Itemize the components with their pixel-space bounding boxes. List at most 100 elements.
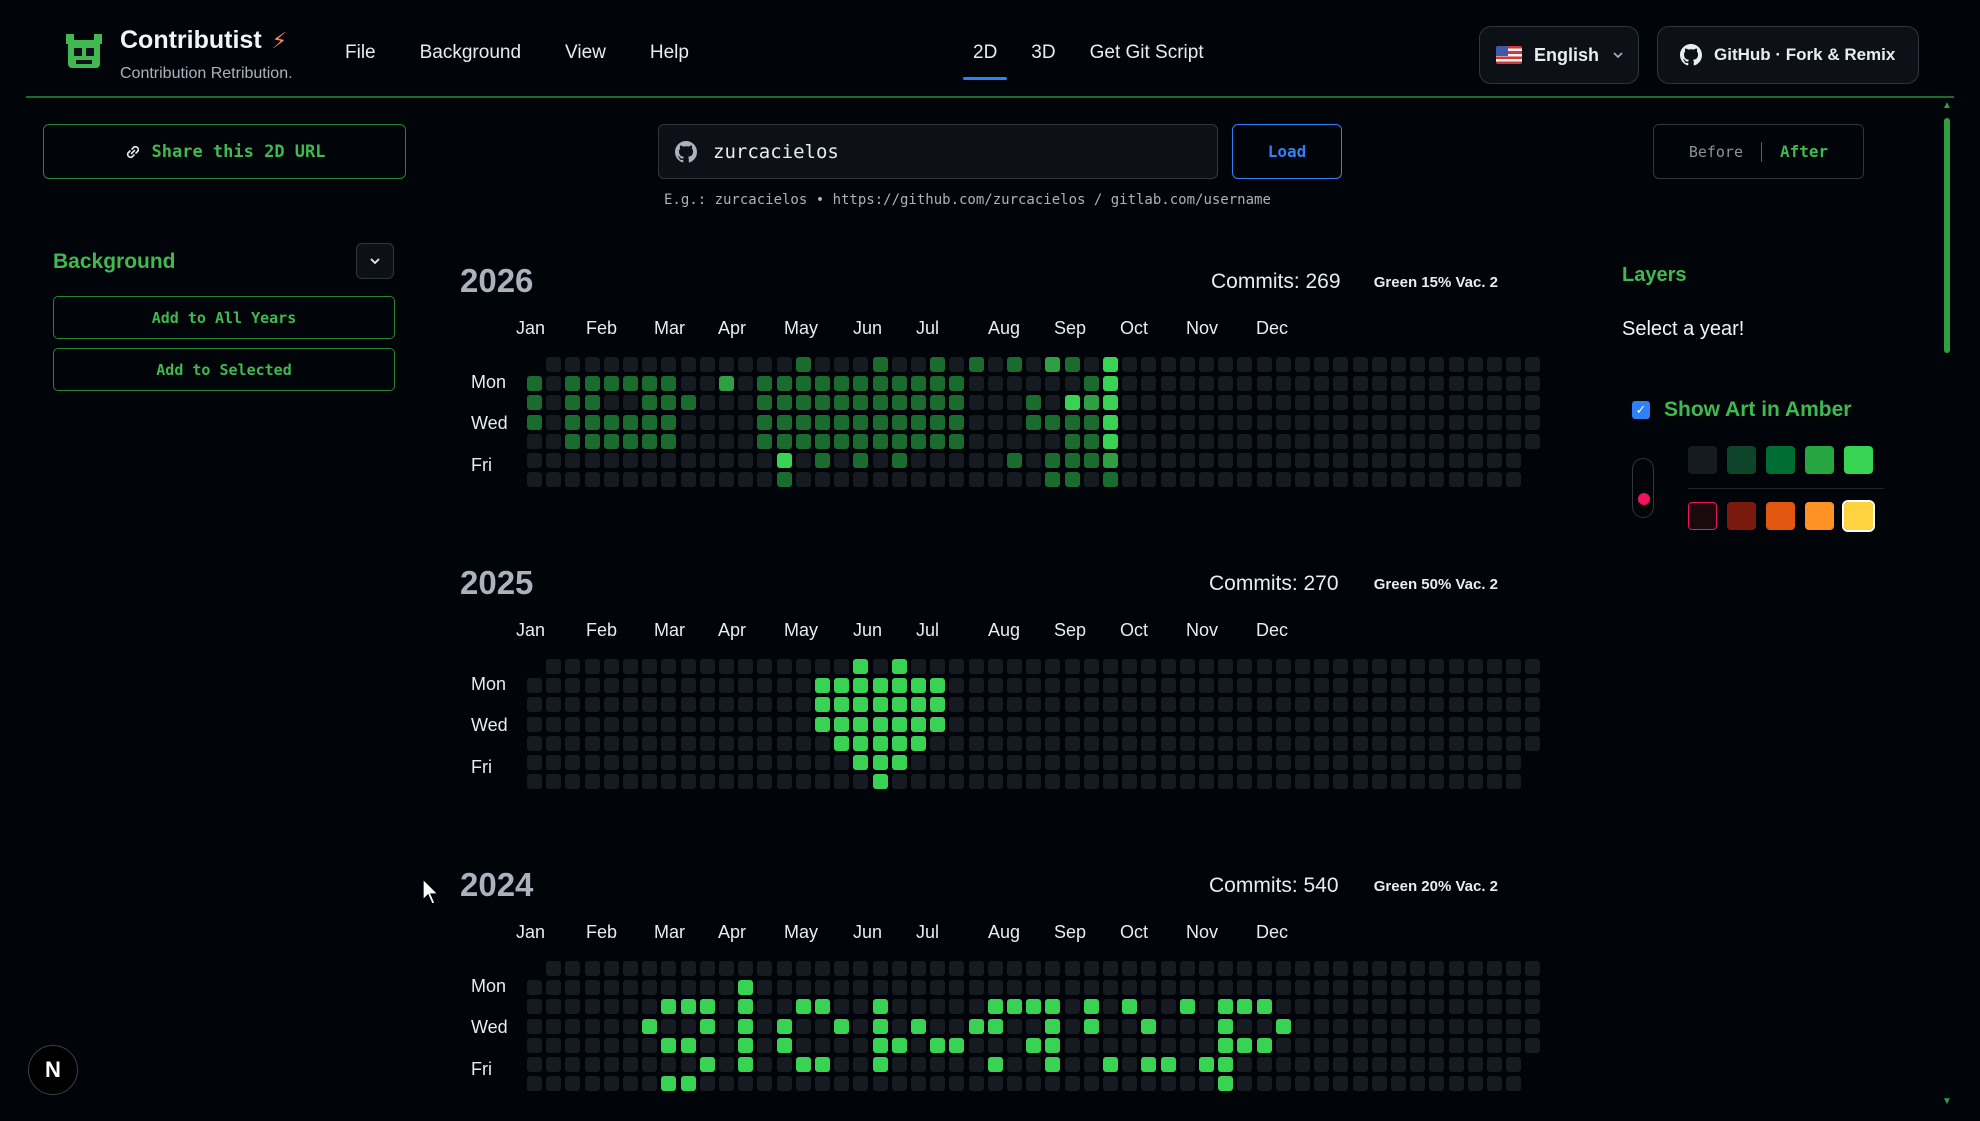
contribution-cell[interactable] (584, 678, 600, 694)
contribution-cell[interactable] (1371, 433, 1387, 449)
contribution-cell[interactable] (719, 453, 734, 468)
contribution-cell[interactable] (1391, 659, 1406, 674)
contribution-cell[interactable] (699, 433, 715, 449)
contribution-cell[interactable] (930, 453, 946, 468)
contribution-cell[interactable] (1064, 1018, 1080, 1034)
slider-knob[interactable] (1638, 493, 1650, 505)
contribution-cell[interactable] (1295, 433, 1310, 449)
contribution-cell[interactable] (1429, 433, 1445, 449)
contribution-cell[interactable] (1352, 433, 1368, 449)
contribution-cell[interactable] (1448, 376, 1464, 392)
contribution-cell[interactable] (795, 980, 811, 996)
contribution-cell[interactable] (1352, 395, 1368, 411)
tab-2d[interactable]: 2D (962, 42, 1008, 80)
contribution-cell[interactable] (776, 1057, 792, 1072)
contribution-cell[interactable] (949, 395, 965, 411)
contribution-cell[interactable] (1467, 1057, 1483, 1072)
contribution-cell[interactable] (1506, 414, 1522, 430)
contribution-cell[interactable] (1007, 1057, 1022, 1072)
contribution-cell[interactable] (1179, 999, 1195, 1015)
contribution-cell[interactable] (1103, 433, 1118, 449)
contribution-cell[interactable] (642, 357, 658, 372)
contribution-cell[interactable] (949, 980, 965, 996)
contribution-cell[interactable] (834, 735, 850, 751)
contribution-cell[interactable] (680, 697, 696, 713)
contribution-cell[interactable] (680, 1018, 696, 1034)
contribution-cell[interactable] (1371, 980, 1387, 996)
contribution-cell[interactable] (1064, 735, 1080, 751)
contribution-cell[interactable] (795, 433, 811, 449)
contribution-cell[interactable] (1199, 755, 1214, 770)
contribution-cell[interactable] (642, 1037, 658, 1053)
contribution-cell[interactable] (1467, 414, 1483, 430)
contribution-cell[interactable] (987, 453, 1003, 468)
contribution-cell[interactable] (642, 774, 658, 790)
contribution-cell[interactable] (623, 755, 638, 770)
contribution-cell[interactable] (1448, 999, 1464, 1015)
contribution-cell[interactable] (546, 395, 562, 411)
contribution-cell[interactable] (1275, 433, 1291, 449)
contribution-cell[interactable] (565, 1057, 581, 1072)
contribution-cell[interactable] (872, 1076, 888, 1092)
contribution-cell[interactable] (1160, 735, 1176, 751)
contribution-cell[interactable] (1295, 453, 1310, 468)
contribution-cell[interactable] (642, 453, 658, 468)
contribution-cell[interactable] (527, 716, 542, 732)
contribution-cell[interactable] (930, 1057, 946, 1072)
contribution-cell[interactable] (1275, 980, 1291, 996)
contribution-cell[interactable] (795, 697, 811, 713)
contribution-cell[interactable] (1237, 472, 1253, 488)
contribution-cell[interactable] (1314, 1037, 1330, 1053)
contribution-cell[interactable] (603, 376, 619, 392)
contribution-cell[interactable] (1391, 1076, 1406, 1092)
contribution-cell[interactable] (1160, 414, 1176, 430)
green-color-swatch[interactable] (1805, 446, 1834, 474)
contribution-cell[interactable] (1448, 774, 1464, 790)
contribution-cell[interactable] (1525, 433, 1541, 449)
contribution-cell[interactable] (987, 716, 1003, 732)
contribution-cell[interactable] (853, 1037, 869, 1053)
contribution-cell[interactable] (1237, 1057, 1253, 1072)
contribution-cell[interactable] (603, 999, 619, 1015)
contribution-cell[interactable] (1295, 659, 1310, 674)
contribution-cell[interactable] (891, 980, 907, 996)
contribution-cell[interactable] (1275, 961, 1291, 976)
contribution-cell[interactable] (757, 1057, 773, 1072)
contribution-cell[interactable] (1083, 1076, 1099, 1092)
contribution-cell[interactable] (891, 774, 907, 790)
contribution-cell[interactable] (891, 961, 907, 976)
contribution-cell[interactable] (642, 999, 658, 1015)
username-input[interactable] (713, 140, 1173, 163)
contribution-cell[interactable] (1103, 961, 1118, 976)
contribution-cell[interactable] (1007, 1018, 1022, 1034)
show-art-checkbox[interactable]: ✓ (1632, 401, 1650, 419)
contribution-cell[interactable] (1295, 735, 1310, 751)
contribution-cell[interactable] (1199, 472, 1214, 488)
contribution-cell[interactable] (1391, 774, 1406, 790)
contribution-cell[interactable] (815, 999, 830, 1015)
contribution-cell[interactable] (1237, 357, 1253, 372)
contribution-cell[interactable] (1083, 774, 1099, 790)
contribution-cell[interactable] (1179, 678, 1195, 694)
contribution-cell[interactable] (987, 659, 1003, 674)
contribution-cell[interactable] (853, 755, 869, 770)
contribution-cell[interactable] (911, 1057, 926, 1072)
contribution-cell[interactable] (1103, 1076, 1118, 1092)
contribution-cell[interactable] (815, 357, 830, 372)
contribution-cell[interactable] (1218, 961, 1234, 976)
contribution-cell[interactable] (949, 961, 965, 976)
contribution-cell[interactable] (584, 716, 600, 732)
contribution-cell[interactable] (719, 1037, 734, 1053)
contribution-cell[interactable] (1007, 980, 1022, 996)
contribution-cell[interactable] (1218, 414, 1234, 430)
contribution-cell[interactable] (1352, 1037, 1368, 1053)
contribution-cell[interactable] (1103, 755, 1118, 770)
contribution-cell[interactable] (546, 735, 562, 751)
contribution-cell[interactable] (1333, 1057, 1349, 1072)
year-section-2025[interactable]: 2025 Commits: 270 Green 50% Vac. 2 Jan Fe… (460, 564, 1560, 814)
contribution-cell[interactable] (1026, 1076, 1042, 1092)
contribution-cell[interactable] (1218, 774, 1234, 790)
contribution-cell[interactable] (795, 961, 811, 976)
contribution-cell[interactable] (1506, 1018, 1522, 1034)
contribution-cell[interactable] (891, 433, 907, 449)
